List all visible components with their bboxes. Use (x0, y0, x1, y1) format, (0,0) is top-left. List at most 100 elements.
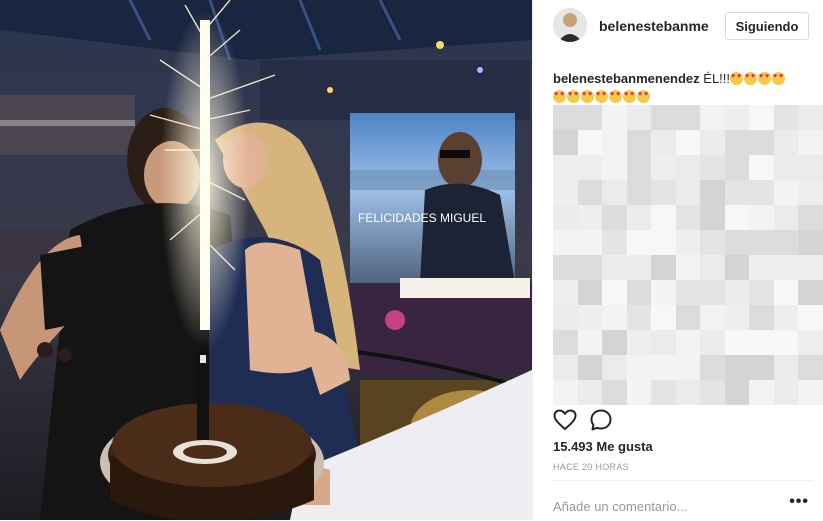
pixel-cell (651, 355, 676, 380)
comment-input[interactable]: Añade un comentario... (553, 499, 687, 514)
post-username[interactable]: belenestebanmenendez (599, 18, 709, 34)
pixel-cell (553, 380, 578, 405)
comment-bar: Añade un comentario... ••• (553, 480, 813, 521)
pixel-cell (553, 305, 578, 330)
heart-outline-icon[interactable] (553, 408, 579, 434)
pixel-cell (626, 130, 652, 155)
pixel-cell (602, 280, 627, 305)
pixel-cell (798, 380, 823, 405)
pixel-cell (724, 255, 750, 280)
pixel-cell (700, 255, 725, 280)
pixel-cell (700, 180, 725, 205)
pixel-cell (675, 330, 701, 355)
ellipsis-icon[interactable]: ••• (789, 493, 809, 511)
pixel-cell (700, 205, 725, 230)
pixel-cell (626, 155, 652, 180)
pixel-cell (626, 380, 652, 405)
pixel-cell (602, 380, 627, 405)
pixel-cell (749, 280, 774, 305)
post-photo[interactable]: FELICIDADES MIGUEL (0, 0, 532, 520)
pixel-cell (773, 380, 799, 405)
pixel-cell (626, 105, 652, 130)
pixel-cell (749, 105, 774, 130)
heart-eyes-emoji-icon (553, 90, 566, 103)
pixel-cell (651, 205, 676, 230)
pixel-cell (553, 330, 578, 355)
pixel-cell (602, 130, 627, 155)
pixel-cell (675, 230, 701, 255)
pixel-cell (724, 280, 750, 305)
pixel-cell (675, 380, 701, 405)
pixel-cell (798, 355, 823, 380)
pixel-cell (602, 330, 627, 355)
party-photo-illustration: FELICIDADES MIGUEL (0, 0, 532, 520)
pixel-cell (602, 155, 627, 180)
pixel-cell (773, 105, 799, 130)
pixel-cell (626, 305, 652, 330)
heart-eyes-emoji-icon (637, 90, 650, 103)
pixel-cell (577, 205, 603, 230)
pixel-cell (626, 255, 652, 280)
pixel-cell (798, 305, 823, 330)
post-timestamp[interactable]: HACE 20 HORAS (553, 462, 629, 472)
pixel-cell (798, 255, 823, 280)
avatar[interactable] (553, 8, 587, 42)
pixel-cell (577, 330, 603, 355)
pixel-cell (675, 305, 701, 330)
pixel-cell (577, 305, 603, 330)
pixel-cell (651, 380, 676, 405)
pixel-cell (626, 280, 652, 305)
pixel-cell (700, 305, 725, 330)
pixel-cell (773, 130, 799, 155)
pixel-cell (749, 180, 774, 205)
pixel-cell (724, 355, 750, 380)
pixel-cell (602, 305, 627, 330)
pixel-cell (553, 255, 578, 280)
pixel-cell (626, 355, 652, 380)
pixel-cell (602, 230, 627, 255)
likes-count[interactable]: 15.493 Me gusta (553, 439, 653, 454)
pixel-cell (724, 230, 750, 255)
speech-bubble-icon[interactable] (589, 408, 615, 434)
pixel-cell (651, 105, 676, 130)
pixel-cell (773, 155, 799, 180)
pixel-cell (577, 130, 603, 155)
pixel-cell (602, 105, 627, 130)
pixel-cell (798, 205, 823, 230)
heart-eyes-emoji-icon (609, 90, 622, 103)
pixel-cell (798, 105, 823, 130)
pixel-cell (651, 255, 676, 280)
pixel-cell (749, 355, 774, 380)
pixel-cell (651, 230, 676, 255)
pixel-cell (724, 155, 750, 180)
pixel-cell (724, 105, 750, 130)
pixel-cell (553, 130, 578, 155)
pixel-cell (773, 355, 799, 380)
pixel-cell (626, 330, 652, 355)
pixel-cell (651, 130, 676, 155)
pixel-cell (675, 105, 701, 130)
pixel-cell (700, 230, 725, 255)
pixel-cell (577, 280, 603, 305)
pixel-cell (651, 330, 676, 355)
pixel-cell (749, 130, 774, 155)
following-button[interactable]: Siguiendo (725, 12, 809, 40)
pixel-cell (798, 280, 823, 305)
caption-username[interactable]: belenestebanmenendez (553, 71, 700, 86)
pixel-cell (626, 180, 652, 205)
heart-eyes-emoji-icon (744, 72, 758, 85)
pixel-cell (700, 130, 725, 155)
pixel-cell (675, 130, 701, 155)
pixel-cell (724, 205, 750, 230)
pixel-cell (553, 230, 578, 255)
pixel-cell (773, 205, 799, 230)
pixel-cell (651, 155, 676, 180)
pixel-cell (553, 280, 578, 305)
pixel-cell (798, 180, 823, 205)
pixelated-comments-area (553, 105, 823, 405)
pixel-cell (602, 255, 627, 280)
pixel-cell (602, 205, 627, 230)
pixel-cell (553, 180, 578, 205)
pixel-cell (700, 155, 725, 180)
pixel-cell (602, 180, 627, 205)
